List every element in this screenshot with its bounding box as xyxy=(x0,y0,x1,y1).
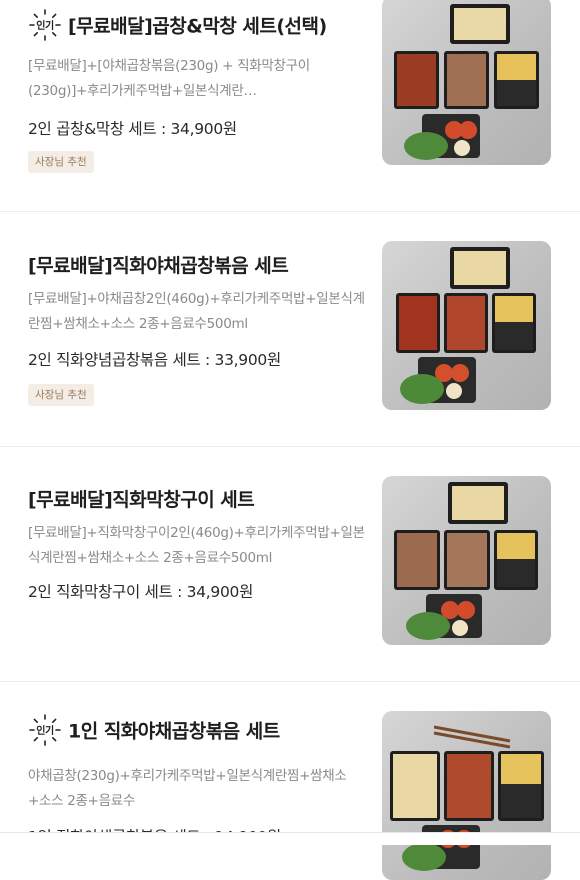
menu-item-title: [무료배달]직화야채곱창볶음 세트 xyxy=(28,255,289,277)
bottom-edge xyxy=(0,832,580,833)
title-text: [무료배달]곱창&막창 세트(선택) xyxy=(68,15,327,38)
food-photo[interactable] xyxy=(382,711,551,880)
menu-item-description: [무료배달]+[야채곱창볶음(230g) + 직화막창구이(230g)]+후리가… xyxy=(28,58,310,99)
menu-item[interactable]: [무료배달]직화야채곱창볶음 세트 [무료배달]+야채곱창2인(460g)+후리… xyxy=(0,212,580,445)
menu-item-title: 인기 1인 직화야채곱창볶음 세트 xyxy=(28,713,280,749)
menu-item-price: 2인 직화막창구이 세트 : 34,900원 xyxy=(28,583,254,601)
food-photo[interactable] xyxy=(382,0,551,165)
recommend-tag: 사장님 추천 xyxy=(28,151,94,173)
menu-item-description: [무료배달]+직화막창구이2인(460g)+후리가케주먹밥+일본식계란찜+쌈채소… xyxy=(28,525,365,566)
food-photo[interactable] xyxy=(382,476,551,645)
menu-item-description: [무료배달]+야채곱창2인(460g)+후리가케주먹밥+일본식계란찜+쌈채소+소… xyxy=(28,291,365,332)
food-photo[interactable] xyxy=(382,241,551,410)
menu-item-description: 야채곱창(230g)+후리가케주먹밥+일본식계란찜+쌈채소+소스 2종+음료수 xyxy=(28,768,347,809)
menu-item[interactable]: 인기 1인 직화야채곱창볶음 세트 야채곱창(230g)+후리가케주먹밥+일본식… xyxy=(0,682,580,880)
recommend-tag: 사장님 추천 xyxy=(28,384,94,406)
menu-item-price: 2인 직화양념곱창볶음 세트 : 33,900원 xyxy=(28,351,281,369)
menu-item-title: 인기 [무료배달]곱창&막창 세트(선택) xyxy=(28,8,327,44)
popular-label: 인기 xyxy=(36,724,54,737)
bottom-fade xyxy=(0,833,580,845)
menu-item-price: 2인 곱창&막창 세트 : 34,900원 xyxy=(28,120,237,138)
popular-label: 인기 xyxy=(36,19,54,32)
menu-item[interactable]: 인기 [무료배달]곱창&막창 세트(선택) [무료배달]+[야채곱창볶음(230… xyxy=(0,0,580,210)
title-text: 1인 직화야채곱창볶음 세트 xyxy=(68,720,280,743)
menu-item-title: [무료배달]직화막창구이 세트 xyxy=(28,489,255,511)
popular-badge-icon: 인기 xyxy=(28,713,62,747)
menu-item[interactable]: [무료배달]직화막창구이 세트 [무료배달]+직화막창구이2인(460g)+후리… xyxy=(0,447,580,680)
popular-badge-icon: 인기 xyxy=(28,8,62,42)
